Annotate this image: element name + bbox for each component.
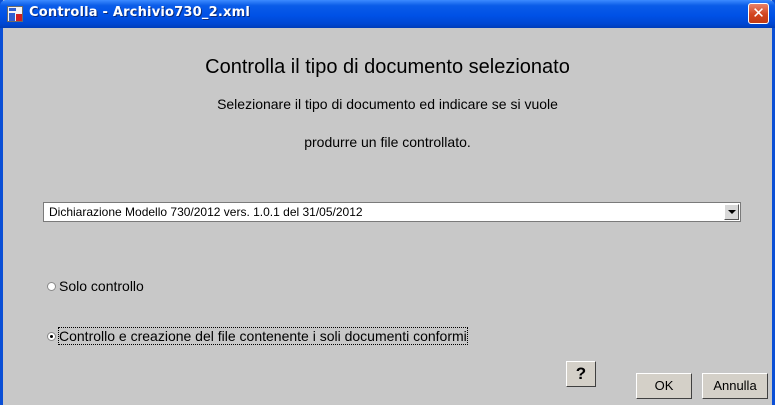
instruction-line-1: Selezionare il tipo di documento ed indi… [217, 96, 558, 112]
dialog-heading: Controlla il tipo di documento seleziona… [205, 56, 570, 78]
window-title: Controlla - Archivio730_2.xml [29, 5, 250, 20]
radio-checked-icon[interactable] [47, 331, 56, 341]
document-type-select[interactable]: Dichiarazione Modello 730/2012 vers. 1.0… [43, 202, 741, 222]
chevron-down-icon[interactable] [724, 204, 739, 220]
radio-solo-controllo-label[interactable]: Solo controllo [59, 278, 144, 294]
title-bar[interactable]: Controlla - Archivio730_2.xml ✕ [0, 0, 775, 28]
radio-solo-controllo[interactable]: Solo controllo [47, 278, 144, 294]
close-button[interactable]: ✕ [748, 3, 769, 24]
ok-button[interactable]: OK [636, 373, 692, 399]
radio-controllo-creazione[interactable]: Controllo e creazione del file contenent… [47, 327, 468, 345]
cancel-button[interactable]: Annulla [702, 373, 768, 399]
document-type-value: Dichiarazione Modello 730/2012 vers. 1.0… [49, 205, 363, 219]
instruction-line-2: produrre un file controllato. [304, 134, 471, 150]
radio-unchecked-icon[interactable] [47, 281, 56, 291]
dialog-window: Controlla - Archivio730_2.xml ✕ Controll… [0, 0, 775, 405]
help-button[interactable]: ? [566, 361, 596, 387]
app-icon [7, 6, 23, 22]
dialog-content: Controlla il tipo di documento seleziona… [3, 28, 772, 405]
radio-controllo-creazione-label[interactable]: Controllo e creazione del file contenent… [58, 327, 468, 345]
